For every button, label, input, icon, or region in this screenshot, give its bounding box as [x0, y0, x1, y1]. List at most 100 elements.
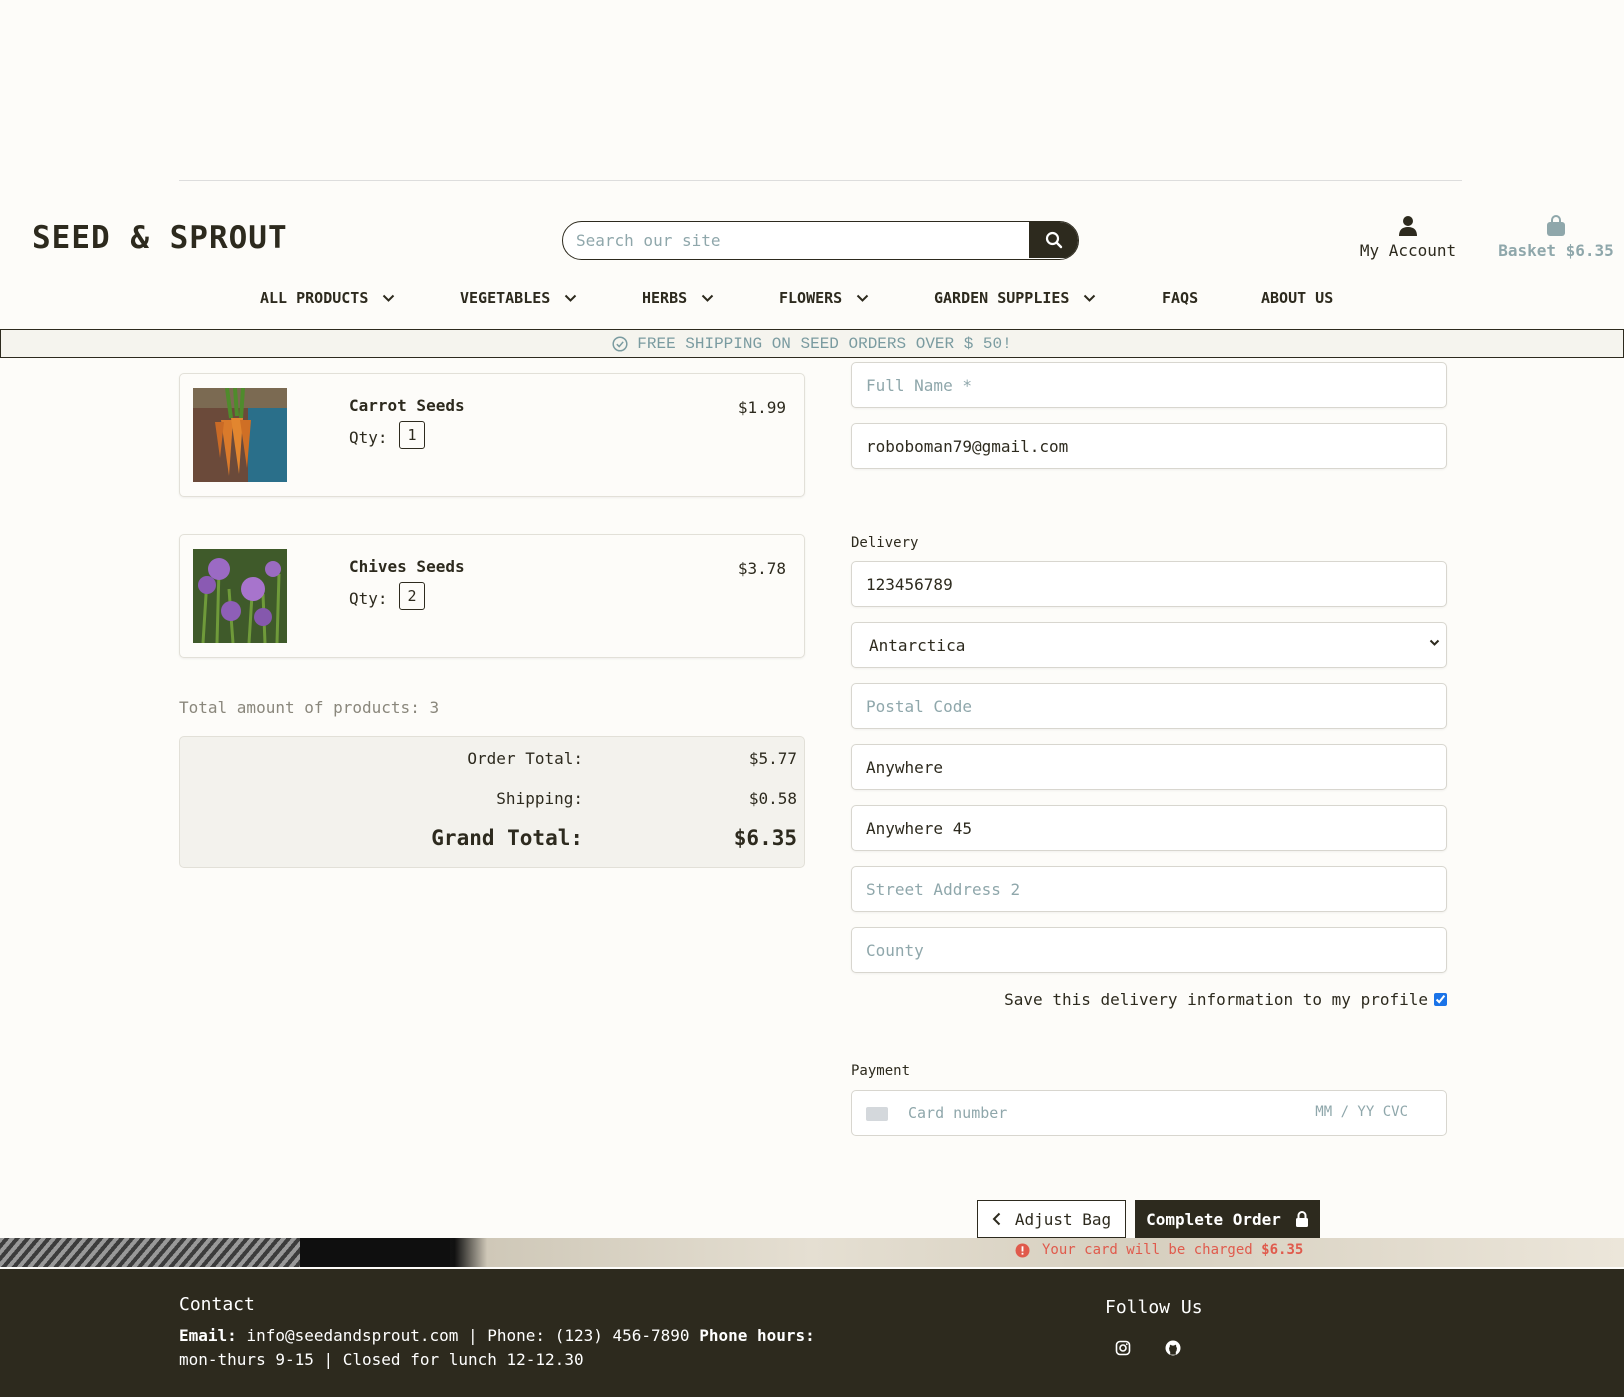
save-info-checkbox[interactable] — [1434, 993, 1447, 1006]
charge-warning: Your card will be charged $6.35 — [1015, 1242, 1303, 1258]
complete-order-button[interactable]: Complete Order — [1135, 1200, 1320, 1238]
payment-label: Payment — [851, 1063, 911, 1079]
shipping-value: $0.58 — [748, 789, 797, 808]
postal-code-input[interactable] — [852, 684, 1446, 728]
decorative-image-band — [0, 1238, 1624, 1267]
nav-vegetables[interactable]: VEGETABLES — [460, 289, 577, 307]
product-price: $1.99 — [737, 398, 786, 417]
contact-title: Contact — [179, 1294, 255, 1315]
phone-hours: mon-thurs 9-15 | Closed for lunch 12-12.… — [179, 1350, 584, 1369]
banner-text: FREE SHIPPING ON SEED ORDERS OVER $ 50! — [637, 334, 1012, 353]
basket-label: Basket $6.35 — [1498, 241, 1614, 260]
lock-icon — [1295, 1210, 1308, 1227]
nav-label: GARDEN SUPPLIES — [934, 289, 1070, 307]
chives-seeds-image — [193, 549, 287, 643]
nav-all-products[interactable]: ALL PRODUCTS — [260, 289, 395, 307]
qty-value: 2 — [399, 582, 425, 610]
country-field: Antarctica — [851, 622, 1447, 668]
phone-hours-label: Phone hours: — [699, 1326, 815, 1345]
complete-order-label: Complete Order — [1146, 1209, 1281, 1229]
card-element[interactable]: Card number MM / YY CVC — [851, 1090, 1447, 1136]
qty-label: Qty: — [349, 589, 388, 608]
top-divider — [179, 180, 1462, 181]
card-expiry-placeholder: MM / YY CVC — [1315, 1104, 1408, 1120]
main-nav: ALL PRODUCTS VEGETABLES HERBS FLOWERS GA… — [0, 289, 1624, 313]
chevron-down-icon — [383, 294, 395, 302]
email-input[interactable] — [852, 424, 1446, 468]
nav-label: FAQS — [1162, 289, 1199, 307]
shipping-label: Shipping: — [496, 789, 583, 808]
instagram-icon[interactable] — [1115, 1340, 1131, 1356]
county-input[interactable] — [852, 928, 1446, 972]
chevron-down-icon — [857, 294, 869, 302]
credit-card-icon — [866, 1107, 888, 1121]
qty-value: 1 — [399, 421, 425, 449]
nav-label: FLOWERS — [779, 289, 843, 307]
card-number-placeholder: Card number — [908, 1104, 1008, 1122]
contact-line-1: Email: info@seedandsprout.com | Phone: (… — [179, 1326, 815, 1345]
qty-label: Qty: — [349, 428, 388, 447]
chevron-down-icon — [1084, 294, 1096, 302]
street-address-1-input[interactable] — [852, 806, 1446, 850]
street-address-2-field — [851, 866, 1447, 912]
nav-label: VEGETABLES — [460, 289, 551, 307]
delivery-label: Delivery — [851, 535, 919, 551]
email-field — [851, 423, 1447, 469]
free-shipping-banner: FREE SHIPPING ON SEED ORDERS OVER $ 50! — [0, 329, 1624, 358]
product-name[interactable]: Chives Seeds — [349, 557, 465, 576]
town-input[interactable] — [852, 745, 1446, 789]
check-circle-icon — [612, 335, 628, 352]
phone-input[interactable] — [852, 562, 1446, 606]
county-field — [851, 927, 1447, 973]
search-icon — [1045, 231, 1062, 249]
search-input[interactable] — [563, 222, 1029, 258]
nav-garden-supplies[interactable]: GARDEN SUPPLIES — [934, 289, 1096, 307]
full-name-input[interactable] — [852, 363, 1446, 407]
search-bar — [562, 221, 1079, 260]
nav-flowers[interactable]: FLOWERS — [779, 289, 869, 307]
save-info-row: Save this delivery information to my pro… — [851, 990, 1447, 1009]
email-label: Email: — [179, 1326, 237, 1345]
order-total-label: Order Total: — [467, 749, 583, 768]
full-name-field — [851, 362, 1447, 408]
product-price: $3.78 — [737, 559, 786, 578]
brand-logo[interactable]: SEED & SPROUT — [32, 220, 288, 256]
street-address-2-input[interactable] — [852, 867, 1446, 911]
nav-label: ABOUT US — [1261, 289, 1334, 307]
chevron-down-icon — [1429, 639, 1440, 646]
charge-amount: $6.35 — [1261, 1242, 1304, 1258]
my-account-label: My Account — [1359, 241, 1457, 260]
cart-item: Chives Seeds Qty: 2 $3.78 — [179, 534, 805, 658]
nav-faqs[interactable]: FAQS — [1162, 289, 1198, 307]
shopping-bag-icon — [1547, 215, 1565, 236]
github-icon[interactable] — [1165, 1340, 1181, 1356]
contact-email-phone: info@seedandsprout.com | Phone: (123) 45… — [246, 1326, 690, 1345]
nav-label: ALL PRODUCTS — [260, 289, 369, 307]
my-account-link[interactable]: My Account — [1355, 215, 1461, 260]
grand-total-label: Grand Total: — [431, 826, 583, 850]
follow-us-title: Follow Us — [1105, 1297, 1203, 1318]
charge-warning-text: Your card will be charged — [1042, 1242, 1253, 1258]
adjust-bag-label: Adjust Bag — [1014, 1209, 1112, 1229]
order-summary: Order Total: $5.77 Shipping: $0.58 Grand… — [179, 736, 805, 868]
grand-total-value: $6.35 — [733, 826, 797, 850]
alert-circle-icon — [1015, 1243, 1030, 1257]
cart-item: Carrot Seeds Qty: 1 $1.99 — [179, 373, 805, 497]
town-field — [851, 744, 1447, 790]
order-total-value: $5.77 — [748, 749, 797, 768]
country-select[interactable]: Antarctica — [852, 623, 1446, 667]
search-button[interactable] — [1029, 222, 1078, 258]
nav-herbs[interactable]: HERBS — [642, 289, 714, 307]
save-info-label: Save this delivery information to my pro… — [1004, 990, 1428, 1009]
postal-code-field — [851, 683, 1447, 729]
adjust-bag-button[interactable]: Adjust Bag — [977, 1200, 1126, 1238]
basket-link[interactable]: Basket $6.35 — [1496, 215, 1616, 260]
user-icon — [1399, 216, 1417, 236]
total-product-count: Total amount of products: 3 — [179, 698, 440, 717]
nav-about-us[interactable]: ABOUT US — [1261, 289, 1333, 307]
product-name[interactable]: Carrot Seeds — [349, 396, 465, 415]
chevron-left-icon — [992, 1212, 1001, 1226]
carrot-seeds-image — [193, 388, 287, 482]
site-footer: Contact Email: info@seedandsprout.com | … — [0, 1269, 1624, 1397]
nav-label: HERBS — [642, 289, 688, 307]
